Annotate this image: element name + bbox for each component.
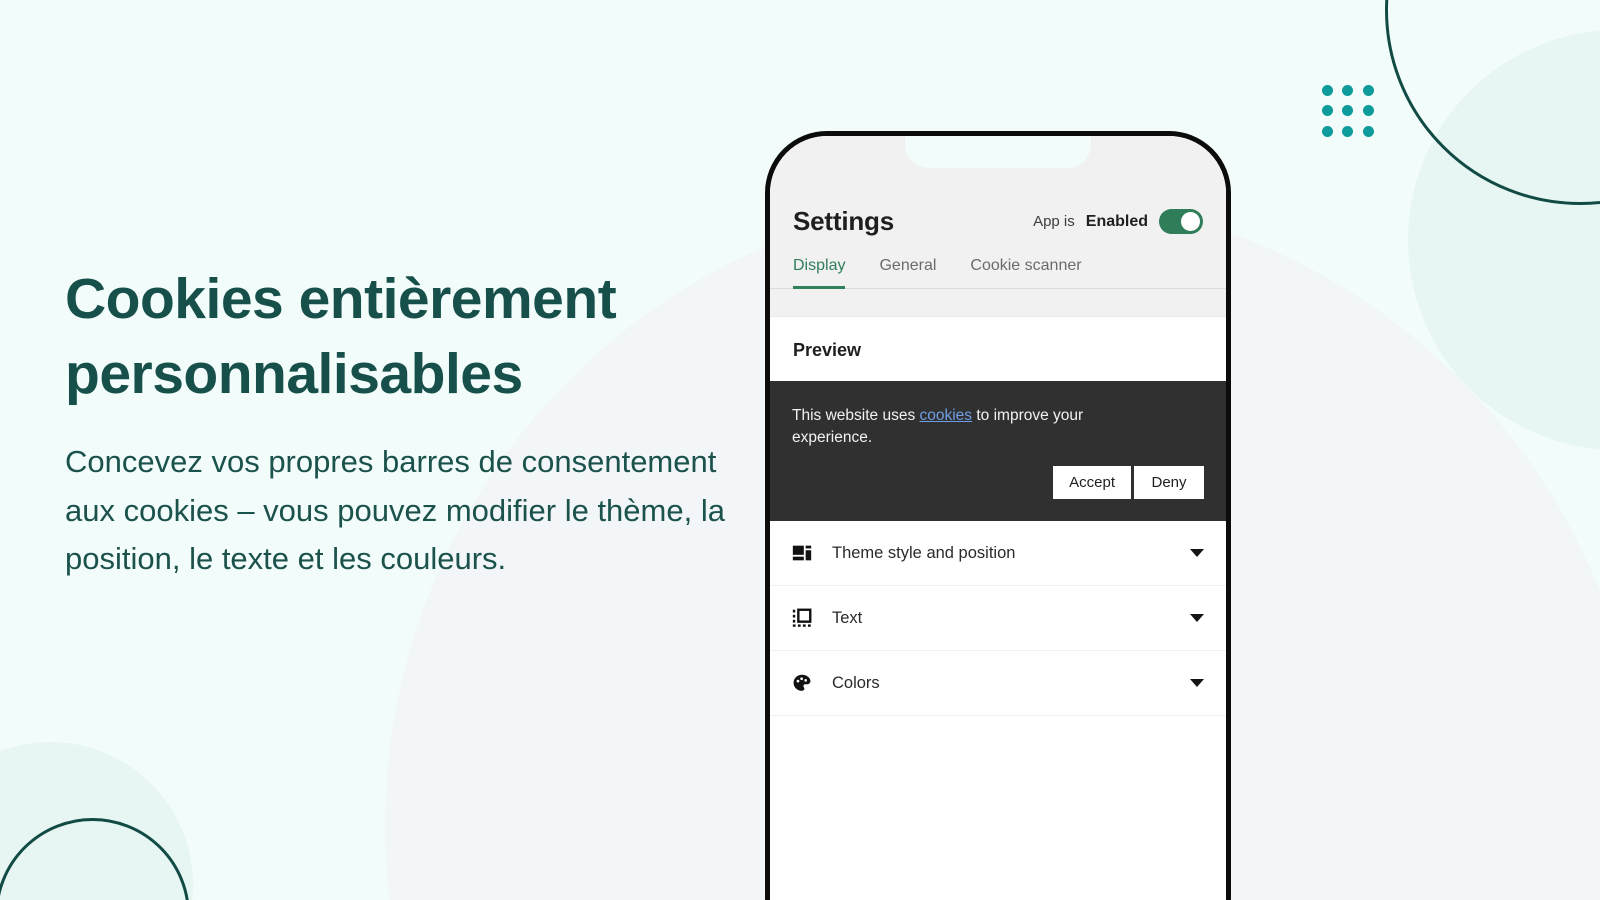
cookie-text-before: This website uses <box>792 407 920 424</box>
chevron-down-icon[interactable] <box>1190 679 1204 687</box>
accordion-label: Text <box>832 608 863 627</box>
cookie-banner-actions: Accept Deny <box>792 466 1204 499</box>
grid-dot <box>1362 105 1374 117</box>
grid-dot <box>1362 125 1374 137</box>
app-content: Settings App is Enabled Display General … <box>770 184 1226 900</box>
accordion-label: Theme style and position <box>832 543 1016 562</box>
hero-description: Concevez vos propres barres de consentem… <box>65 444 725 577</box>
background-ring-bottom-left <box>0 818 190 900</box>
app-title: Settings <box>793 206 894 236</box>
accept-button[interactable]: Accept <box>1053 466 1131 499</box>
app-enabled-control: App is Enabled <box>1033 209 1203 234</box>
grid-dot <box>1322 85 1333 96</box>
app-enabled-toggle[interactable] <box>1159 209 1203 234</box>
text-box-icon <box>790 606 814 630</box>
deny-button[interactable]: Deny <box>1134 466 1204 499</box>
background-ring-top-right <box>1385 0 1600 205</box>
tab-cookie-scanner[interactable]: Cookie scanner <box>970 257 1081 290</box>
hero-copy-block: Cookies entièrement personnalisables Con… <box>65 262 765 584</box>
grid-dot <box>1322 105 1333 117</box>
phone-mockup: Settings App is Enabled Display General … <box>765 131 1231 900</box>
tab-general[interactable]: General <box>879 257 936 290</box>
app-status-prefix-label: App is <box>1033 213 1075 230</box>
phone-notch <box>905 136 1091 168</box>
grid-dot <box>1322 125 1333 137</box>
phone-screen: Settings App is Enabled Display General … <box>770 136 1226 900</box>
dot-grid-icon <box>1322 85 1374 137</box>
chevron-down-icon[interactable] <box>1190 614 1204 622</box>
grid-dot <box>1342 105 1354 117</box>
tab-display[interactable]: Display <box>793 257 846 290</box>
accordion-row-theme-style-and-position[interactable]: Theme style and position <box>770 521 1226 586</box>
grid-dot <box>1342 85 1354 96</box>
marketing-hero-slide: Cookies entièrement personnalisables Con… <box>0 0 1600 900</box>
palette-icon <box>790 671 814 695</box>
chevron-down-icon[interactable] <box>1190 549 1204 557</box>
settings-accordion: Theme style and position Text Colors <box>770 521 1226 900</box>
cookies-policy-link[interactable]: cookies <box>920 407 973 424</box>
cookie-consent-banner-preview: This website uses cookies to improve you… <box>770 381 1226 521</box>
accordion-label: Colors <box>832 673 880 692</box>
layout-icon <box>790 541 814 565</box>
accordion-row-colors[interactable]: Colors <box>770 651 1226 716</box>
app-header: Settings App is Enabled <box>770 184 1226 237</box>
grid-dot <box>1362 85 1374 96</box>
grid-dot <box>1342 125 1354 137</box>
toggle-knob <box>1181 212 1200 231</box>
settings-tabs: Display General Cookie scanner <box>770 237 1226 290</box>
cookie-banner-text: This website uses cookies to improve you… <box>792 405 1122 449</box>
background-mint-circle-bottom-left <box>0 742 193 900</box>
page-title: Cookies entièrement personnalisables <box>65 267 617 407</box>
tab-content-spacer <box>770 289 1226 317</box>
background-mint-circle-top-right <box>1408 30 1600 450</box>
accordion-row-text[interactable]: Text <box>770 586 1226 651</box>
app-status-value: Enabled <box>1085 212 1148 230</box>
preview-section-title: Preview <box>770 317 1226 381</box>
